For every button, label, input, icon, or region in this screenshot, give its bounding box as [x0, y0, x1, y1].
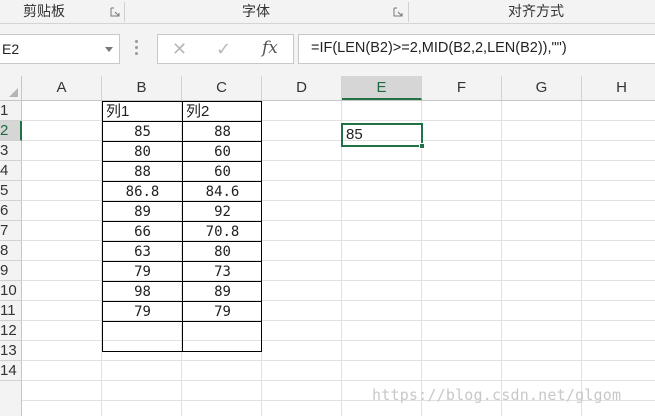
- table-cell[interactable]: 80: [103, 142, 182, 162]
- table-header-col2[interactable]: 列2: [183, 102, 262, 122]
- row-header-13[interactable]: 13: [0, 341, 22, 361]
- active-cell-value[interactable]: 85: [346, 126, 363, 143]
- column-header-c[interactable]: C: [182, 76, 262, 100]
- table-header-col1[interactable]: 列1: [103, 102, 182, 122]
- row-header-10[interactable]: 10: [0, 281, 22, 301]
- table-cell[interactable]: 70.8: [183, 222, 262, 242]
- ribbon-separator: [408, 2, 409, 22]
- chevron-down-icon[interactable]: [105, 47, 113, 52]
- gridline: [581, 101, 582, 416]
- row-header-9[interactable]: 9: [0, 261, 22, 281]
- table-cell[interactable]: 85: [103, 122, 182, 142]
- table-cell[interactable]: 60: [183, 142, 262, 162]
- table-cell[interactable]: 89: [183, 282, 262, 302]
- table-cell[interactable]: 60: [183, 162, 262, 182]
- row-header-12[interactable]: 12: [0, 321, 22, 341]
- row-header-7[interactable]: 7: [0, 221, 22, 241]
- select-all-button[interactable]: [0, 76, 22, 100]
- table-cell[interactable]: 79: [103, 262, 182, 282]
- ribbon-group-labels: 剪贴板 字体 对齐方式: [0, 0, 655, 24]
- worksheet-grid[interactable]: 列1 列2 85 88 80 60 88 60 86.8 84.6 89 92 …: [22, 101, 655, 416]
- data-table: 列1 列2 85 88 80 60 88 60 86.8 84.6 89 92 …: [102, 101, 262, 352]
- gridline: [22, 360, 655, 361]
- table-cell[interactable]: 80: [183, 242, 262, 262]
- row-header-6[interactable]: 6: [0, 201, 22, 221]
- insert-function-icon[interactable]: fx: [262, 38, 278, 58]
- name-box[interactable]: E2: [0, 34, 120, 64]
- row-header-2[interactable]: 2: [0, 121, 22, 141]
- gridline: [341, 101, 342, 416]
- font-dialog-launcher-icon[interactable]: [393, 7, 403, 17]
- name-box-value[interactable]: E2: [2, 41, 19, 57]
- ribbon-group-alignment: 对齐方式: [508, 3, 564, 19]
- fill-handle[interactable]: [419, 143, 425, 149]
- row-header-8[interactable]: 8: [0, 241, 22, 261]
- ribbon-separator: [124, 2, 125, 22]
- clipboard-dialog-launcher-icon[interactable]: [110, 7, 120, 17]
- watermark-text: https://blog.csdn.net/glgom: [372, 386, 622, 404]
- table-cell[interactable]: 66: [103, 222, 182, 242]
- enter-icon[interactable]: ✓: [216, 39, 231, 60]
- column-header-b[interactable]: B: [102, 76, 182, 100]
- column-header-h[interactable]: H: [582, 76, 655, 100]
- formula-input[interactable]: =IF(LEN(B2)>=2,MID(B2,2,LEN(B2)),""): [298, 34, 655, 64]
- column-header-d[interactable]: D: [262, 76, 342, 100]
- table-cell[interactable]: 79: [183, 302, 262, 322]
- column-header-a[interactable]: A: [22, 76, 102, 100]
- table-cell[interactable]: 98: [103, 282, 182, 302]
- cancel-icon[interactable]: ✕: [172, 39, 187, 60]
- table-cell[interactable]: 84.6: [183, 182, 262, 202]
- formula-text[interactable]: =IF(LEN(B2)>=2,MID(B2,2,LEN(B2)),""): [311, 40, 567, 56]
- table-cell[interactable]: 89: [103, 202, 182, 222]
- row-headers: 1 2 3 4 5 6 7 8 9 10 11 12 13 14: [0, 101, 22, 416]
- table-cell[interactable]: 88: [183, 122, 262, 142]
- gridline: [501, 101, 502, 416]
- row-header-1[interactable]: 1: [0, 101, 22, 121]
- formula-bar: E2 ✕ ✓ fx =IF(LEN(B2)>=2,MID(B2,2,LEN(B2…: [0, 24, 655, 76]
- active-cell-e2[interactable]: 85: [341, 123, 425, 149]
- column-header-e[interactable]: E: [342, 76, 422, 100]
- column-headers: A B C D E F G H: [0, 76, 655, 101]
- table-cell[interactable]: 63: [103, 242, 182, 262]
- row-header-5[interactable]: 5: [0, 181, 22, 201]
- ribbon-group-font: 字体: [242, 3, 270, 19]
- row-header-4[interactable]: 4: [0, 161, 22, 181]
- table-cell[interactable]: 86.8: [103, 182, 182, 202]
- row-header-11[interactable]: 11: [0, 301, 22, 321]
- row-header-3[interactable]: 3: [0, 141, 22, 161]
- table-cell[interactable]: 88: [103, 162, 182, 182]
- row-header-14[interactable]: 14: [0, 361, 22, 381]
- drag-handle-icon[interactable]: [135, 40, 139, 58]
- gridline: [22, 380, 655, 381]
- ribbon-group-clipboard: 剪贴板: [23, 3, 65, 19]
- table-cell[interactable]: 92: [183, 202, 262, 222]
- table-cell[interactable]: 79: [103, 302, 182, 322]
- column-header-f[interactable]: F: [422, 76, 502, 100]
- select-all-icon: [9, 88, 18, 97]
- formula-buttons: ✕ ✓ fx: [157, 34, 294, 64]
- table-cell[interactable]: 73: [183, 262, 262, 282]
- column-header-g[interactable]: G: [502, 76, 582, 100]
